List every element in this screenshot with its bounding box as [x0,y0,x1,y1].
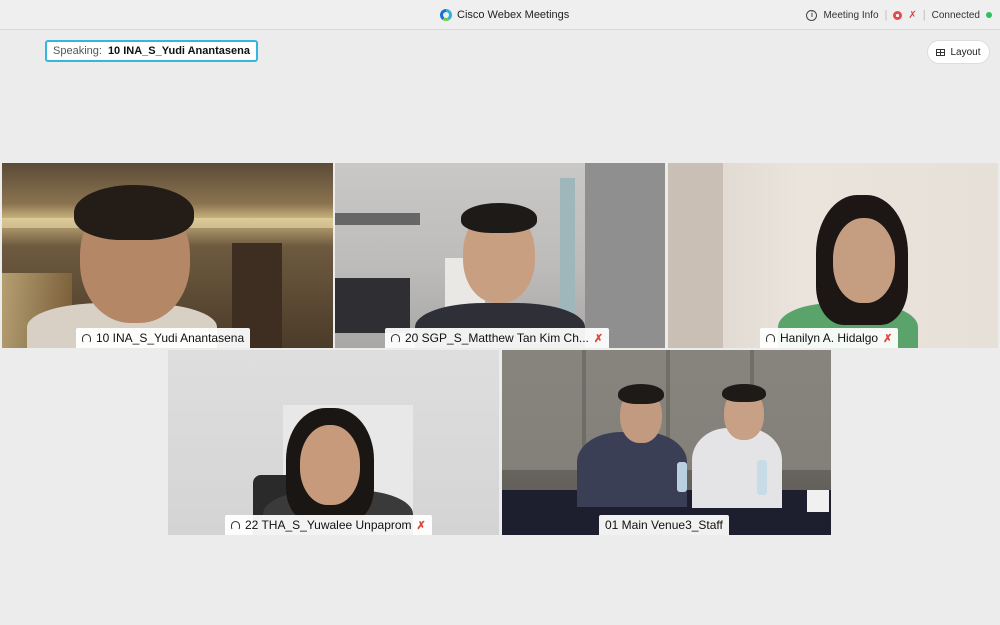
record-icon[interactable] [893,10,903,20]
title-bar: Cisco Webex Meetings i Meeting Info | ✗ … [0,0,1000,30]
video-tile[interactable]: 01 Main Venue3_Staff [502,350,831,535]
microphone-muted-icon: ✗ [593,332,604,345]
layout-button-label: Layout [950,46,981,58]
video-feed [668,163,998,348]
participant-name: 01 Main Venue3_Staff [605,518,723,532]
video-tile[interactable]: Hanilyn A. Hidalgo ✗ [668,163,998,348]
headset-icon [766,333,775,343]
participant-name-tag: 10 INA_S_Yudi Anantasena [76,328,251,348]
video-tile[interactable]: 20 SGP_S_Matthew Tan Kim Ch... ✗ [335,163,665,348]
divider: | [884,9,888,21]
participant-name-tag: 20 SGP_S_Matthew Tan Kim Ch... ✗ [385,328,610,348]
app-title-group: Cisco Webex Meetings [440,7,569,23]
video-feed [168,350,499,535]
video-tile[interactable]: 10 INA_S_Yudi Anantasena [2,163,333,348]
participant-name: 20 SGP_S_Matthew Tan Kim Ch... [405,331,589,345]
top-right-controls: i Meeting Info | ✗ | Connected [806,7,992,23]
video-feed [2,163,333,348]
connection-status: Connected [931,9,980,21]
headset-icon [231,520,240,530]
participant-name: 10 INA_S_Yudi Anantasena [96,331,245,345]
connected-status-dot [986,12,992,18]
info-icon[interactable]: i [806,9,818,21]
microphone-muted-icon[interactable]: ✗ [908,10,916,21]
microphone-muted-icon: ✗ [416,519,426,532]
layout-button[interactable]: Layout [928,41,989,63]
microphone-muted-icon: ✗ [883,332,893,345]
video-feed [335,163,665,348]
participant-name-tag: 22 THA_S_Yuwalee Unpaprom ✗ [225,515,432,535]
video-feed [502,350,831,535]
app-title: Cisco Webex Meetings [457,9,570,21]
divider: | [922,9,926,21]
headset-icon [82,333,91,343]
participant-name-tag: Hanilyn A. Hidalgo ✗ [760,328,899,348]
meeting-info-button[interactable]: Meeting Info [823,10,878,21]
speaking-label: Speaking: [53,45,102,57]
video-tile[interactable]: 22 THA_S_Yuwalee Unpaprom ✗ [168,350,499,535]
participant-name: 22 THA_S_Yuwalee Unpaprom [245,518,412,532]
webex-logo-icon [440,9,452,21]
speaking-indicator: Speaking: 10 INA_S_Yudi Anantasena [45,40,258,62]
speaking-name: 10 INA_S_Yudi Anantasena [107,45,250,57]
grid-layout-icon [936,48,946,56]
participant-name-tag: 01 Main Venue3_Staff [599,515,729,535]
headset-icon [391,333,400,343]
participant-name: Hanilyn A. Hidalgo [780,331,879,345]
